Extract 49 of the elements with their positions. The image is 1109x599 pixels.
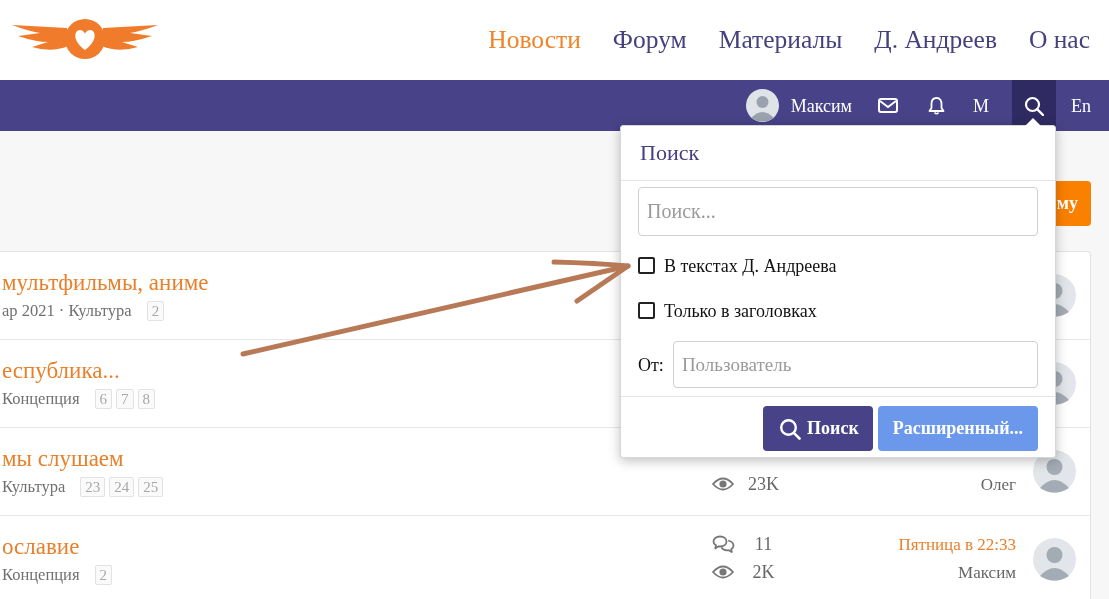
thread-meta: Концепция xyxy=(2,388,80,410)
checkbox-label: В текстах Д. Андреева xyxy=(664,256,837,275)
checkbox[interactable] xyxy=(638,257,655,274)
last-post-user[interactable]: Олег xyxy=(980,475,1016,493)
page-link[interactable]: 6 xyxy=(94,389,112,409)
nav-link[interactable]: Материалы xyxy=(718,27,843,53)
thread-meta: Концепция xyxy=(2,564,80,586)
nav-link[interactable]: Форум xyxy=(612,27,687,53)
language-link[interactable]: En xyxy=(1071,96,1091,115)
user-menu-link[interactable]: Максим xyxy=(745,89,852,122)
advanced-search-button[interactable]: Расширенный... xyxy=(877,406,1038,451)
search-icon xyxy=(779,417,802,440)
search-field[interactable]: Поиск... xyxy=(638,187,1038,236)
page-link[interactable]: 2 xyxy=(94,565,112,585)
thread-title[interactable]: мультфильмы, аниме xyxy=(2,268,209,297)
from-label: От: xyxy=(638,355,664,374)
page-link[interactable]: 23 xyxy=(80,477,106,497)
speech-bubbles-icon xyxy=(710,535,735,553)
nav-link[interactable]: Д. Андреев xyxy=(874,27,997,53)
last-post-date[interactable]: Пятница в 22:33 xyxy=(898,535,1016,553)
thread-title[interactable]: ославие xyxy=(2,532,80,561)
page-link[interactable]: 7 xyxy=(116,389,134,409)
thread-title[interactable]: еспублика... xyxy=(2,356,120,385)
thread-title[interactable]: мы слушаем xyxy=(2,444,124,473)
page-link[interactable]: 8 xyxy=(137,389,155,409)
thread-meta: Культура xyxy=(2,476,66,498)
page-link[interactable]: 2 xyxy=(146,301,165,321)
user-field[interactable]: Пользователь xyxy=(672,341,1038,388)
page-link[interactable]: 24 xyxy=(109,477,135,497)
eye-icon xyxy=(710,565,734,579)
checkbox[interactable] xyxy=(638,302,655,319)
view-count: 2K xyxy=(751,563,775,581)
thread-meta: ар 2021 · Культура xyxy=(2,300,132,322)
eye-icon xyxy=(710,477,734,491)
search-icon xyxy=(1024,95,1044,116)
page-link[interactable]: 25 xyxy=(138,477,164,497)
popup-title: Поиск xyxy=(640,142,700,164)
reply-count: 11 xyxy=(753,535,773,553)
view-count: 23K xyxy=(747,475,779,493)
letter-link[interactable]: М xyxy=(973,96,989,115)
envelope-icon[interactable] xyxy=(878,98,898,113)
avatar-icon xyxy=(745,89,779,122)
nav-link[interactable]: Новости xyxy=(488,27,581,53)
search-submit-button[interactable]: Поиск xyxy=(763,406,873,451)
nav-link[interactable]: О нас xyxy=(1028,27,1090,53)
last-post-user[interactable]: Максим xyxy=(958,563,1016,581)
bell-icon[interactable] xyxy=(928,96,945,115)
checkbox-label: Только в заголовках xyxy=(664,301,817,320)
toolbar-button[interactable]: му xyxy=(1054,181,1091,226)
